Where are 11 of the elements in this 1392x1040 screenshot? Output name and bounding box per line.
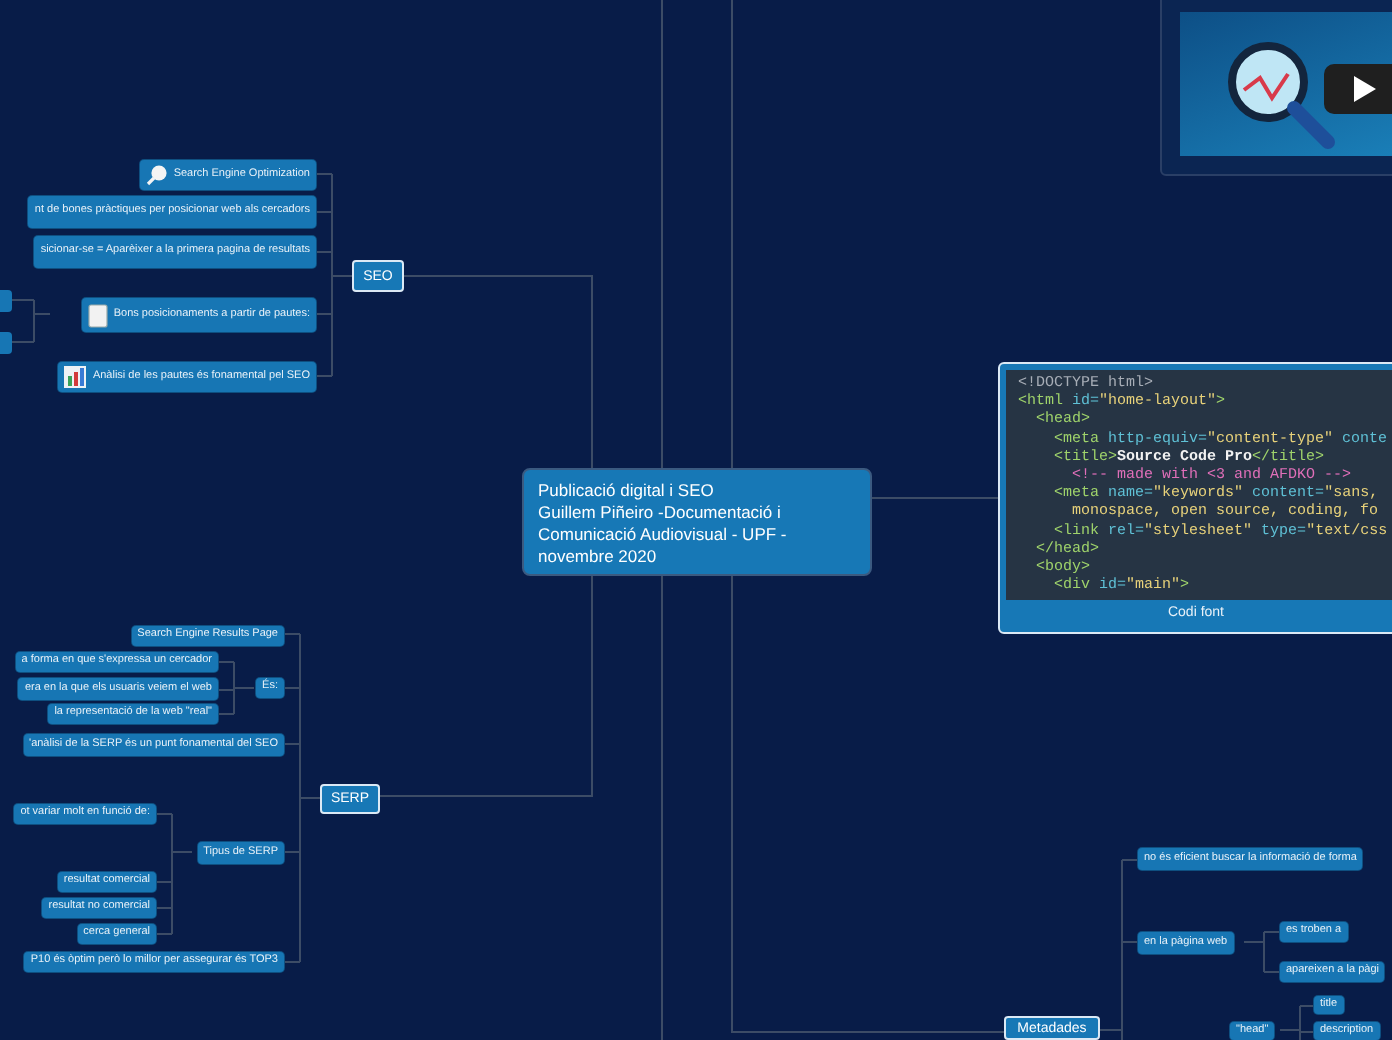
code-node[interactable] [998,362,1392,634]
document-icon [87,303,108,327]
bar-chart-icon [64,366,87,388]
node-stub [0,332,12,354]
video-node[interactable] [1160,0,1392,176]
play-button[interactable] [1324,64,1392,114]
node-stub [0,290,12,312]
magnifier-chart-drawing [1224,38,1340,154]
central-topic[interactable]: Publicació digital i SEO Guillem Piñeiro -Documentació i Comunicació Audiovisual - UPF - novembre 2020 [522,468,872,576]
magnifier-icon [145,164,168,186]
play-icon [1353,76,1375,102]
